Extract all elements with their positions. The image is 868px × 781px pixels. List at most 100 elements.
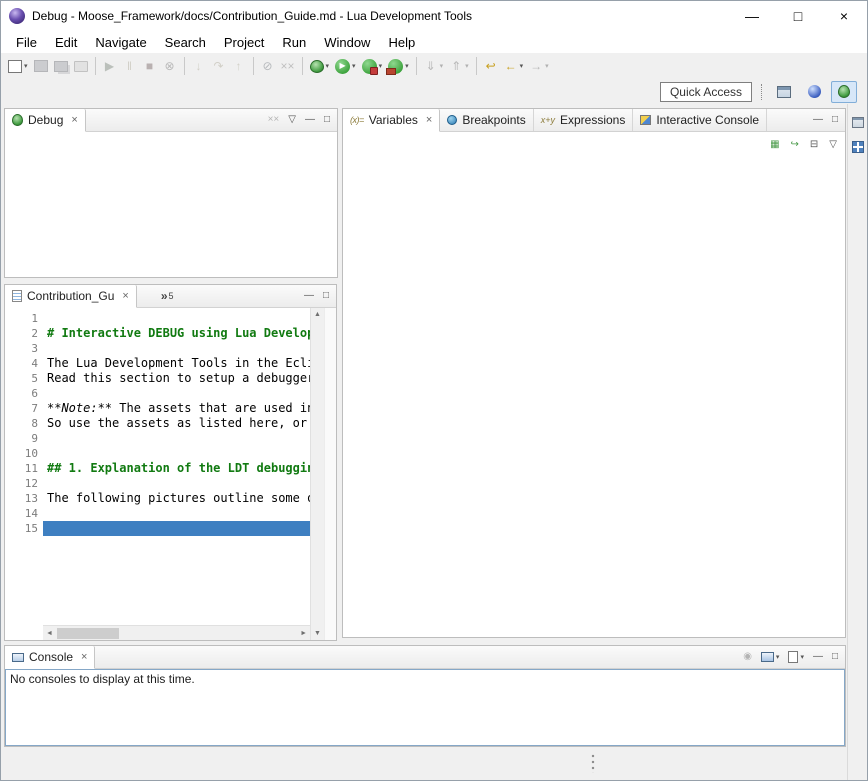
menu-search[interactable]: Search [156, 31, 215, 53]
dropdown-arrow-icon: ▾ [440, 62, 444, 70]
line-number: 8 [5, 416, 38, 431]
dropdown-arrow-icon[interactable]: ▾ [776, 653, 780, 661]
open-perspective-button[interactable] [771, 81, 797, 103]
minimize-view-button[interactable]: — [813, 115, 823, 125]
splitter-grip[interactable] [591, 753, 595, 773]
line-number: 10 [5, 446, 38, 461]
application-window: Debug - Moose_Framework/docs/Contributio… [0, 0, 868, 781]
console-view: Console × ◉ ▾ ▾ — □ [4, 645, 846, 747]
quick-access[interactable]: Quick Access [660, 82, 752, 102]
scroll-down-icon[interactable]: ▼ [311, 630, 324, 637]
print-icon [74, 61, 88, 72]
menu-file[interactable]: File [7, 31, 46, 53]
view-menu-button[interactable]: ▽ [829, 140, 837, 150]
window-minimize-button[interactable]: — [729, 1, 775, 31]
dropdown-arrow-icon[interactable]: ▾ [379, 62, 383, 70]
maximize-view-button[interactable]: □ [324, 115, 330, 125]
maximize-view-button[interactable]: □ [832, 115, 838, 125]
collapse-all-button[interactable]: ⊟ [810, 140, 818, 150]
debug-perspective-button[interactable] [831, 81, 857, 103]
remove-terminated-button: ×× [268, 115, 280, 125]
open-console-button[interactable]: ▾ [788, 651, 804, 663]
scroll-up-icon[interactable]: ▲ [311, 311, 324, 318]
minimize-view-button[interactable]: — [305, 115, 315, 125]
show-references-button[interactable]: ↪ [791, 140, 799, 150]
tab-interactive-console[interactable]: Interactive Console [633, 109, 767, 131]
line-number-gutter[interactable]: 123456789101112131415 [5, 308, 43, 640]
window-close-button[interactable]: × [821, 1, 867, 31]
hidden-editors-button[interactable]: »5 [155, 285, 180, 307]
vertical-scrollbar[interactable]: ▲ ▼ [310, 308, 324, 640]
open-perspective-icon [777, 86, 791, 98]
minimized-view-button[interactable] [849, 138, 867, 156]
debug-view: Debug × ×× ▽ — □ [4, 108, 338, 278]
dropdown-arrow-icon[interactable]: ▾ [24, 62, 28, 70]
code-text: So use the assets as listed here, or [47, 416, 310, 430]
debug-button[interactable]: ▾ [307, 55, 333, 77]
new-console-icon [788, 651, 798, 663]
tab-variables[interactable]: (x)=Variables× [343, 109, 440, 132]
run-button[interactable]: ▶▾ [332, 55, 359, 77]
view-menu-button[interactable]: ▽ [288, 115, 296, 125]
maximize-view-button[interactable]: □ [832, 652, 838, 662]
minimized-editor-button[interactable] [849, 113, 867, 131]
dropdown-arrow-icon: ▾ [465, 62, 469, 70]
code-line [43, 431, 310, 446]
scroll-left-icon[interactable]: ◄ [43, 630, 56, 637]
code-area[interactable]: # Interactive DEBUG using Lua DevelopThe… [43, 308, 310, 625]
tab-debug[interactable]: Debug × [5, 109, 86, 132]
tab-console[interactable]: Console × [5, 646, 95, 669]
display-selected-console-button[interactable]: ▾ [761, 652, 780, 662]
close-tab-icon[interactable]: × [71, 114, 77, 126]
menu-edit[interactable]: Edit [46, 31, 86, 53]
menu-run[interactable]: Run [273, 31, 315, 53]
console-content[interactable]: No consoles to display at this time. [5, 669, 845, 746]
scrollbar-thumb[interactable] [57, 628, 119, 639]
coverage-icon [362, 59, 377, 74]
line-number: 7 [5, 401, 38, 416]
code-line [43, 521, 310, 536]
dropdown-arrow-icon[interactable]: ▾ [352, 62, 356, 70]
dropdown-arrow-icon[interactable]: ▾ [520, 62, 524, 70]
scroll-right-icon[interactable]: ► [297, 630, 310, 637]
coverage-button[interactable]: ▾ [359, 55, 386, 77]
last-edit-location-button[interactable]: ↩ [481, 55, 501, 77]
show-logical-structure-button[interactable]: ▦ [770, 140, 779, 150]
external-tools-button[interactable]: ▾ [385, 55, 412, 77]
debug-icon [310, 60, 324, 73]
dropdown-arrow-icon[interactable]: ▾ [405, 62, 409, 70]
maximize-view-button[interactable]: □ [323, 291, 329, 301]
dropdown-arrow-icon: ▾ [545, 62, 549, 70]
menu-help[interactable]: Help [379, 31, 424, 53]
toolbar-separator [184, 57, 185, 75]
hidden-editors-count: 5 [169, 291, 174, 301]
close-tab-icon[interactable]: × [81, 651, 87, 663]
new-button[interactable]: ▾ [5, 55, 31, 77]
title-bar[interactable]: Debug - Moose_Framework/docs/Contributio… [1, 1, 867, 31]
disconnect-button: ⊗ [160, 55, 180, 77]
close-tab-icon[interactable]: × [122, 290, 128, 302]
previous-annotation-icon: ⇑ [449, 60, 463, 72]
close-tab-icon[interactable]: × [426, 114, 432, 126]
ldt-perspective-button[interactable] [801, 81, 827, 103]
scrollbar-track[interactable] [56, 626, 297, 641]
dropdown-arrow-icon[interactable]: ▾ [326, 62, 330, 70]
dropdown-arrow-icon[interactable]: ▾ [800, 653, 804, 661]
menu-navigate[interactable]: Navigate [86, 31, 155, 53]
console-actions: ◉ ▾ ▾ — □ [743, 646, 845, 668]
menu-project[interactable]: Project [215, 31, 273, 53]
window-maximize-button[interactable]: □ [775, 1, 821, 31]
tab-expressions[interactable]: x+yExpressions [534, 109, 634, 131]
interactive-console-icon [640, 115, 651, 125]
menu-window[interactable]: Window [315, 31, 379, 53]
horizontal-scrollbar[interactable]: ◄ ► [43, 625, 310, 640]
back-button[interactable]: ←▾ [501, 55, 527, 77]
tab-editor-contribution-guide[interactable]: Contribution_Gu × [5, 285, 137, 308]
tab-breakpoints[interactable]: Breakpoints [440, 109, 533, 131]
editor-area-icon [852, 117, 864, 128]
code-text: # Interactive DEBUG using Lua Develop [47, 326, 310, 340]
console-tab-row: Console × ◉ ▾ ▾ — □ [5, 646, 845, 669]
minimize-view-button[interactable]: — [813, 652, 823, 662]
minimize-view-button[interactable]: — [304, 291, 314, 301]
run-icon: ▶ [335, 59, 350, 74]
